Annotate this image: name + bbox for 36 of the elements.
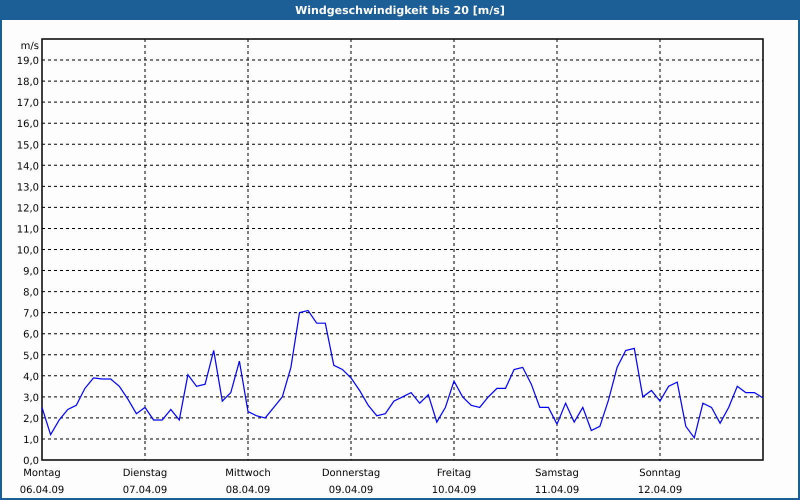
- y-tick-label: 17,0: [16, 98, 39, 110]
- y-tick-label: 8,0: [23, 288, 39, 299]
- x-tick-label: Sonntag: [639, 468, 681, 479]
- y-tick-label: 6,0: [23, 330, 39, 341]
- y-tick-label: 13,0: [16, 182, 39, 194]
- date-label: 12.04.09: [638, 485, 682, 496]
- x-tick-label: Samstag: [535, 468, 579, 479]
- window-title: Windgeschwindigkeit bis 20 [m/s]: [295, 4, 505, 16]
- y-tick-label: 19,0: [16, 56, 39, 68]
- y-tick-label: 14,0: [16, 161, 39, 172]
- y-tick-label: 3,0: [23, 392, 39, 404]
- x-tick-label: Donnerstag: [322, 468, 380, 479]
- y-tick-label: 4,0: [23, 372, 39, 383]
- date-label: 11.04.09: [534, 485, 580, 496]
- y-tick-label: 2,0: [23, 414, 39, 425]
- x-tick-label: Mittwoch: [225, 468, 271, 479]
- y-tick-label: 16,0: [16, 119, 39, 130]
- y-tick-label: 11,0: [16, 224, 39, 236]
- date-label: 10.04.09: [432, 485, 476, 496]
- y-tick-label: 9,0: [23, 266, 39, 278]
- date-label: 07.04.09: [122, 485, 168, 496]
- x-tick-label: Freitag: [436, 468, 472, 479]
- date-label: 08.04.09: [226, 485, 270, 496]
- date-label: 06.04.09: [20, 485, 64, 496]
- y-tick-label: 7,0: [23, 308, 39, 320]
- x-tick-label: Dienstag: [122, 468, 168, 479]
- date-label: 09.04.09: [328, 485, 374, 496]
- y-tick-label: 5,0: [23, 350, 39, 362]
- x-tick-label: Montag: [23, 468, 61, 479]
- y-axis-label: m/s: [20, 41, 39, 52]
- y-tick-label: 15,0: [16, 140, 39, 152]
- y-tick-label: 18,0: [16, 77, 39, 88]
- y-tick-label: 1,0: [23, 434, 39, 446]
- y-tick-label: 12,0: [16, 203, 39, 214]
- y-tick-label: 0,0: [23, 456, 39, 467]
- y-tick-label: 10,0: [16, 246, 39, 256]
